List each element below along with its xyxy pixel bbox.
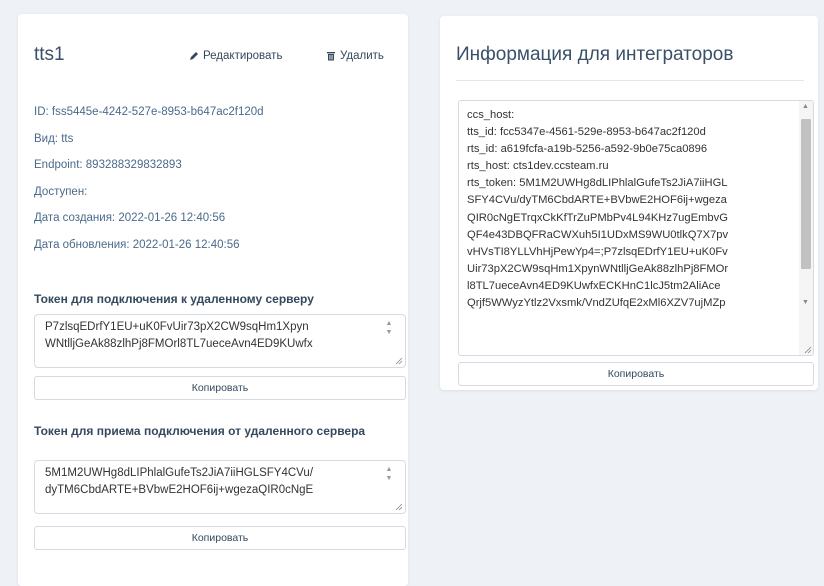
server-details-card: tts1 Редактировать Удалить ID: fss5445e-… <box>18 14 408 586</box>
resize-handle-icon[interactable] <box>395 357 403 365</box>
integrator-line: ccs_host: <box>467 109 515 121</box>
server-title: tts1 <box>34 44 65 65</box>
info-endpoint: Endpoint: 893288329832893 <box>34 159 182 172</box>
edit-button[interactable]: Редактировать <box>189 50 282 62</box>
scrollbar[interactable]: ▲ ▼ <box>799 101 813 355</box>
resize-handle-icon[interactable] <box>395 503 403 511</box>
remote-token-line: P7zlsqEDrfY1EU+uK0FvUir73pX2CW9sqHm1Xpyn <box>45 321 309 333</box>
integrator-line: SFY4CVu/dyTM6CbdARTE+BVbwE2HOF6ij+wgeza <box>467 194 727 207</box>
integrator-line: rts_host: cts1dev.ccsteam.ru <box>467 160 609 173</box>
info-id: ID: fss5445e-4242-527e-8953-b647ac2f120d <box>34 106 264 118</box>
scroll-down-icon[interactable]: ▼ <box>802 299 809 306</box>
integrator-line: QIR0cNgETrqxCkKfTrZuPMbPv4L94KHz7ugEmbvG <box>467 211 728 224</box>
integrator-title: Информация для интеграторов <box>456 44 734 65</box>
copy-integrator-info-button[interactable]: Копировать <box>458 362 814 386</box>
copy-incoming-token-button[interactable]: Копировать <box>34 526 406 550</box>
stepper-icon[interactable]: ▲ ▼ <box>383 465 395 495</box>
info-created: Дата создания: 2022-01-26 12:40:56 <box>34 212 226 225</box>
delete-label: Удалить <box>340 50 384 62</box>
incoming-token-text: 5M1M2UWHg8dLIPhlalGufeTs2JiA7iiHGLSFY4CV… <box>45 465 365 499</box>
copy-remote-token-button[interactable]: Копировать <box>34 376 406 400</box>
remote-token-field[interactable]: P7zlsqEDrfY1EU+uK0FvUir73pX2CW9sqHm1Xpyn… <box>34 314 406 368</box>
integrator-info-card: Информация для интеграторов ccs_host: tt… <box>440 16 818 390</box>
scrollbar-thumb[interactable] <box>801 119 811 269</box>
info-updated: Дата обновления: 2022-01-26 12:40:56 <box>34 238 240 251</box>
stepper-icon[interactable]: ▲ ▼ <box>383 319 395 349</box>
incoming-token-field[interactable]: 5M1M2UWHg8dLIPhlalGufeTs2JiA7iiHGLSFY4CV… <box>34 460 406 514</box>
server-info-list: ID: fss5445e-4242-527e-8953-b647ac2f120d… <box>34 104 394 264</box>
integrator-line: l8TL7ueceAvn4ED9KUwfxECKHnC1lcJ5tm2AliAc… <box>467 279 721 292</box>
integrator-line: rts_id: a619fcfa-a19b-5256-a592-9b0e75ca… <box>467 143 708 156</box>
remote-token-line: WNtlljGeAk88zlhPj8FMOrl8TL7ueceAvn4ED9KU… <box>45 338 313 350</box>
remote-token-text: P7zlsqEDrfY1EU+uK0FvUir73pX2CW9sqHm1Xpyn… <box>45 319 365 353</box>
info-type: Вид: tts <box>34 132 74 145</box>
integrator-textarea[interactable]: ccs_host: tts_id: fcc5347e-4561-529e-895… <box>458 100 814 356</box>
title-divider <box>456 80 804 81</box>
integrator-text: ccs_host: tts_id: fcc5347e-4561-529e-895… <box>467 107 791 312</box>
integrator-line: tts_id: fcc5347e-4561-529e-8953-b647ac2f… <box>467 126 706 139</box>
integrator-line: Qrjf5WWyzYtlz2Vxsmk/VndZUfqE2xMl6XZV7ujM… <box>467 297 726 310</box>
trash-icon <box>327 52 335 61</box>
pencil-icon <box>190 52 198 60</box>
server-header: tts1 Редактировать Удалить <box>34 44 394 70</box>
edit-label: Редактировать <box>203 50 283 62</box>
integrator-line: Uir73pX2CW9sqHm1XpynWNtlljGeAk88zlhPj8FM… <box>467 262 729 275</box>
remote-token-title: Токен для подключения к удаленному серве… <box>34 292 314 306</box>
scroll-up-icon[interactable]: ▲ <box>802 103 809 110</box>
incoming-token-line: 5M1M2UWHg8dLIPhlalGufeTs2JiA7iiHGLSFY4CV… <box>45 467 314 479</box>
integrator-line: vHVsTI8YLLVhHjPewYp4=;P7zlsqEDrfY1EU+uK0… <box>467 245 728 258</box>
resize-handle-icon[interactable] <box>804 346 812 354</box>
integrator-line: rts_token: 5M1M2UWHg8dLIPhlalGufeTs2JiA7… <box>467 177 728 190</box>
delete-button[interactable]: Удалить <box>326 50 384 62</box>
incoming-token-title: Токен для приема подключения от удаленно… <box>34 424 366 438</box>
integrator-line: QF4e43DBQFRaCWXuh5I1UDxMS9WU0tlkQ7X7pv <box>467 228 729 241</box>
info-available: Доступен: <box>34 185 88 198</box>
incoming-token-line: dyTM6CbdARTE+BVbwE2HOF6ij+wgezaQIR0cNgE <box>45 484 314 496</box>
